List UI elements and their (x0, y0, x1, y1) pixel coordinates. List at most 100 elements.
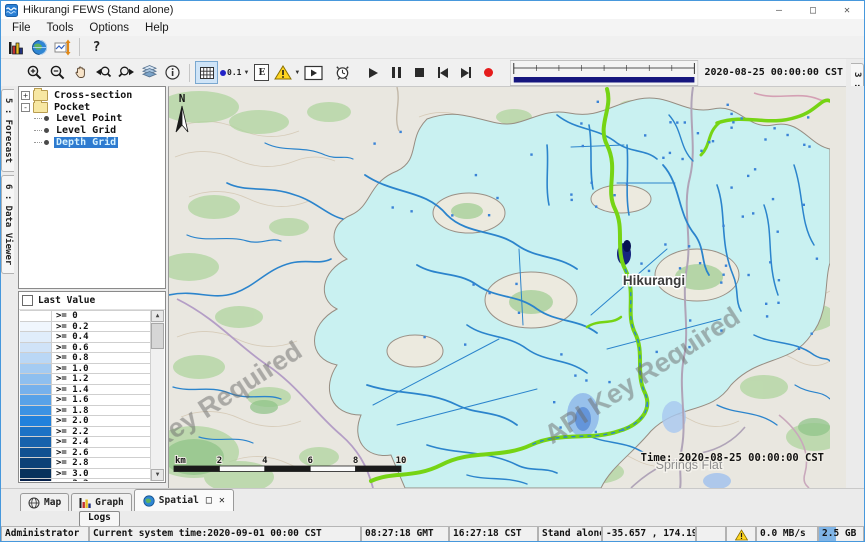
legend-row[interactable]: >= 0.4 (20, 332, 151, 343)
north-label: N (179, 92, 186, 105)
legend-scrollbar[interactable]: ▲ ▼ (150, 310, 164, 481)
close-button[interactable]: ✕ (830, 1, 864, 19)
legend-row[interactable]: >= 2.4 (20, 437, 151, 448)
go-to-end-button[interactable] (454, 61, 477, 84)
logs-button[interactable]: Logs (79, 511, 120, 527)
legend-row[interactable]: >= 2.2 (20, 427, 151, 438)
info-button[interactable] (161, 61, 184, 84)
legend-row[interactable]: >= 1.4 (20, 385, 151, 396)
explorer-button[interactable] (5, 36, 28, 59)
app-logo-icon (5, 4, 18, 17)
time-slider[interactable] (510, 60, 698, 86)
thresholds-dropdown[interactable]: ▼ (272, 61, 302, 84)
zoom-in-button[interactable] (23, 61, 46, 84)
tree-expander-icon[interactable]: - (21, 103, 30, 112)
animation-button[interactable] (302, 61, 325, 84)
legend-row[interactable]: >= 1.0 (20, 364, 151, 375)
scroll-down-icon[interactable]: ▼ (151, 469, 164, 481)
tab-map-label: Map (44, 497, 61, 508)
tree-item-pocket[interactable]: - Pocket (21, 102, 163, 114)
scrollbar-thumb[interactable] (151, 323, 164, 349)
left-tab-6-data-viewer[interactable]: 6 : Data Viewer (1, 175, 14, 274)
record-button[interactable] (477, 61, 500, 84)
menu-item-file[interactable]: File (4, 22, 39, 34)
scroll-up-icon[interactable]: ▲ (151, 310, 164, 322)
legend-row[interactable]: >= 3.2 (20, 479, 151, 481)
left-panel: + Cross-section - PocketLevel PointLevel Gr… (18, 86, 168, 488)
play-button[interactable] (362, 61, 385, 84)
grid-display-button[interactable] (195, 61, 218, 84)
tree-item-label: Level Point (54, 113, 124, 124)
legend-row[interactable]: >= 2.6 (20, 448, 151, 459)
skip-to-start-icon (438, 67, 448, 78)
legend-row[interactable]: >= 0 (20, 311, 151, 322)
labels-toggle-button[interactable]: E (251, 61, 272, 84)
legend-row[interactable]: >= 0.8 (20, 353, 151, 364)
legend-list: >= 0>= 0.2>= 0.4>= 0.6>= 0.8>= 1.0>= 1.2… (20, 310, 151, 481)
help-button[interactable]: ? (85, 36, 108, 59)
panel-close-button[interactable]: ✕ (219, 495, 225, 506)
go-to-start-button[interactable] (431, 61, 454, 84)
legend-row[interactable]: >= 1.8 (20, 406, 151, 417)
menu-item-tools[interactable]: Tools (39, 22, 82, 34)
contour-interval-dropdown[interactable]: 0.1 ▼ (218, 61, 251, 84)
window-title: Hikurangi FEWS (Stand alone) (23, 4, 173, 16)
label-e-icon: E (254, 64, 269, 81)
legend-label: >= 0.4 (52, 332, 89, 342)
tree-item-label: Pocket (52, 102, 92, 113)
legend-swatch (20, 406, 52, 416)
stop-button[interactable] (408, 61, 431, 84)
menu-bar: FileToolsOptionsHelp (1, 19, 864, 36)
tree-item-level-point[interactable]: Level Point (21, 113, 163, 125)
legend-row[interactable]: >= 2.0 (20, 416, 151, 427)
pause-button[interactable] (385, 61, 408, 84)
legend-row[interactable]: >= 2.8 (20, 458, 151, 469)
pan-button[interactable] (69, 61, 92, 84)
tab-graph[interactable]: Graph (71, 493, 132, 511)
timer-button[interactable] (331, 61, 354, 84)
layers-button[interactable] (138, 61, 161, 84)
legend-label: >= 1.0 (52, 364, 89, 374)
tree-connector (34, 142, 42, 143)
legend-label: >= 2.0 (52, 416, 89, 426)
status-warning[interactable] (726, 527, 756, 542)
chevron-down-icon: ▼ (243, 70, 249, 76)
globe-icon (31, 39, 48, 56)
tree-item-cross-section[interactable]: + Cross-section (21, 90, 163, 102)
map-display-button[interactable] (28, 36, 51, 59)
tree-item-label: Cross-section (52, 90, 134, 101)
map-view[interactable]: API Key Required API Key Required Hikura… (168, 86, 846, 488)
last-value-checkbox[interactable] (22, 295, 33, 306)
panel-restore-button[interactable]: □ (206, 495, 212, 506)
zoom-previous-button[interactable] (92, 61, 115, 84)
menu-item-help[interactable]: Help (137, 22, 177, 34)
status-gmt-time: 08:27:18 GMT (361, 527, 449, 542)
bullet-icon (44, 128, 49, 133)
maximize-button[interactable]: □ (796, 1, 830, 19)
tab-map[interactable]: Map (20, 493, 69, 511)
tab-spatial[interactable]: Spatial □ ✕ (134, 489, 234, 511)
legend-row[interactable]: >= 1.2 (20, 374, 151, 385)
legend-row[interactable]: >= 0.6 (20, 343, 151, 354)
timeline-date-label: 2020-08-25 00:00:00 CST (705, 67, 843, 78)
menu-item-options[interactable]: Options (81, 22, 137, 34)
legend-swatch (20, 395, 52, 405)
left-tab-5-forecast[interactable]: 5 : Forecast (1, 89, 14, 172)
tree-expander-icon[interactable]: + (21, 91, 30, 100)
zoom-next-button[interactable] (115, 61, 138, 84)
zoom-out-button[interactable] (46, 61, 69, 84)
legend-swatch (20, 479, 52, 481)
hand-icon (72, 64, 89, 81)
legend-label: >= 2.2 (52, 427, 89, 437)
bullet-icon (44, 116, 49, 121)
map-canvas[interactable]: API Key Required API Key Required Hikura… (169, 87, 830, 488)
minimize-button[interactable]: – (762, 1, 796, 19)
tree-item-depth-grid[interactable]: Depth Grid (21, 136, 163, 148)
legend-row[interactable]: >= 3.0 (20, 469, 151, 480)
zoom-out-icon (49, 64, 66, 81)
legend-swatch (20, 469, 52, 479)
timeseries-display-button[interactable] (51, 36, 74, 59)
tree-item-level-grid[interactable]: Level Grid (21, 125, 163, 137)
legend-row[interactable]: >= 1.6 (20, 395, 151, 406)
legend-row[interactable]: >= 0.2 (20, 322, 151, 333)
